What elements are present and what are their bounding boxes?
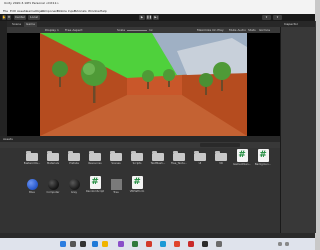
asset-folder[interactable]: Resources — [86, 151, 104, 165]
app-icon[interactable] — [132, 240, 138, 247]
asset-script[interactable]: # RandomScript — [86, 176, 104, 193]
app-icon[interactable] — [146, 240, 152, 247]
asset-folder[interactable]: Materials — [44, 151, 62, 165]
scale-label: Scale — [117, 28, 126, 32]
unity-app-icon[interactable] — [202, 240, 208, 247]
maximize-on-play-toggle[interactable]: Maximize On Play — [197, 28, 224, 32]
window-title: Unity 2020.3.16f1 Personal <DX11> — [4, 1, 59, 5]
menu-bar: File Edit Assets GameObject Component Mo… — [0, 7, 315, 14]
asset-script[interactable]: # VRPlatform — [128, 176, 146, 193]
app-icon[interactable] — [118, 240, 124, 247]
menu-mobile-input[interactable]: Mobile Input — [57, 9, 76, 13]
hierarchy-panel — [0, 21, 7, 136]
prefab-icon — [110, 179, 122, 190]
folder-icon — [110, 151, 122, 161]
csharp-script-icon: # — [89, 176, 101, 189]
app-icon[interactable] — [160, 240, 166, 247]
menu-component[interactable]: Component — [41, 9, 58, 13]
menu-help[interactable]: Help — [100, 9, 107, 13]
menu-tutorials[interactable]: Tutorials — [74, 9, 87, 13]
csharp-script-icon: # — [257, 149, 269, 162]
layout-dropdown[interactable]: ▾ — [273, 15, 282, 20]
gizmos-dropdown[interactable]: Gizmos — [259, 28, 270, 32]
folder-icon — [173, 151, 185, 161]
main-toolbar: ✋ ✥ Center Local ▶ ❚❚ ▶| ▾ ▾ — [0, 14, 315, 21]
project-search-input[interactable] — [200, 143, 240, 147]
wifi-icon[interactable] — [278, 242, 282, 246]
search-icon[interactable] — [70, 240, 76, 247]
asset-material[interactable]: Grey — [65, 178, 83, 194]
asset-folder[interactable]: Eastworlds... — [23, 151, 41, 165]
menu-edit[interactable]: Edit — [10, 9, 16, 13]
folder-icon — [152, 151, 164, 161]
asset-folder[interactable]: Scripts — [128, 151, 146, 165]
space-toggle[interactable]: Local — [28, 15, 40, 20]
scale-value: 1x — [149, 28, 153, 32]
start-menu-icon[interactable] — [60, 240, 66, 247]
stats-toggle[interactable]: Stats — [248, 28, 256, 32]
asset-script[interactable]: # Backgroun... — [254, 149, 272, 166]
display-dropdown[interactable]: Display 1 — [45, 28, 59, 32]
play-button-icon[interactable]: ▶ — [139, 15, 145, 20]
asset-material[interactable]: Computer — [44, 178, 62, 194]
move-tool-icon[interactable]: ✥ — [7, 15, 11, 20]
pause-button-icon[interactable]: ❚❚ — [146, 15, 152, 20]
hand-tool-icon[interactable]: ✋ — [2, 15, 6, 20]
app-icon[interactable] — [188, 240, 194, 247]
project-breadcrumb[interactable]: Assets — [3, 137, 13, 141]
aspect-dropdown[interactable]: Free Aspect — [65, 28, 83, 32]
layers-dropdown[interactable]: ▾ — [262, 15, 271, 20]
inspector-tab-label: Inspector — [284, 22, 298, 26]
file-explorer-icon[interactable] — [102, 240, 108, 247]
csharp-script-icon: # — [236, 149, 248, 162]
asset-folder[interactable]: Scenes — [107, 151, 125, 165]
menu-window[interactable]: Window — [88, 9, 100, 13]
project-folder-tree — [0, 148, 7, 233]
menu-file[interactable]: File — [3, 9, 8, 13]
folder-icon — [89, 151, 101, 161]
folder-icon — [68, 151, 80, 161]
game-scene-render — [40, 33, 247, 136]
asset-folder[interactable]: TextMesh... — [149, 151, 167, 165]
asset-script[interactable]: # GameUrben... — [233, 149, 251, 166]
asset-folder[interactable]: VR — [212, 151, 230, 165]
asset-folder[interactable]: Prefabs — [65, 151, 83, 165]
asset-prefab[interactable]: Tree — [107, 178, 125, 194]
mute-audio-toggle[interactable]: Mute Audio — [229, 28, 246, 32]
tab-scene[interactable]: Scene — [10, 22, 23, 27]
app-icon[interactable] — [174, 240, 180, 247]
asset-material[interactable]: Blue — [23, 178, 41, 194]
volume-icon[interactable] — [285, 242, 289, 246]
folder-icon — [215, 151, 227, 161]
folder-icon — [26, 151, 38, 161]
scale-slider[interactable] — [127, 29, 147, 31]
folder-icon — [47, 151, 59, 161]
material-sphere-icon — [26, 179, 38, 190]
app-icon[interactable] — [216, 240, 222, 247]
tab-inspector[interactable]: Inspector — [280, 21, 315, 27]
material-sphere-icon — [47, 179, 59, 190]
edge-browser-icon[interactable] — [92, 240, 98, 247]
os-taskbar — [0, 238, 315, 250]
material-sphere-icon — [68, 179, 80, 190]
asset-folder[interactable]: UI — [191, 151, 209, 165]
inspector-panel — [280, 21, 316, 233]
task-view-icon[interactable] — [80, 240, 86, 247]
csharp-script-icon: # — [131, 176, 143, 189]
asset-folder[interactable]: Tree_Textu... — [170, 151, 188, 165]
step-button-icon[interactable]: ▶| — [153, 15, 159, 20]
game-viewport[interactable] — [7, 33, 280, 136]
pivot-toggle[interactable]: Center — [14, 15, 26, 20]
window-title-bar: Unity 2020.3.16f1 Personal <DX11> — [0, 0, 315, 7]
folder-icon — [194, 151, 206, 161]
project-asset-grid: Eastworlds... Materials Prefabs Resource… — [7, 148, 280, 233]
tab-game[interactable]: Game — [24, 21, 37, 27]
folder-icon — [131, 151, 143, 161]
